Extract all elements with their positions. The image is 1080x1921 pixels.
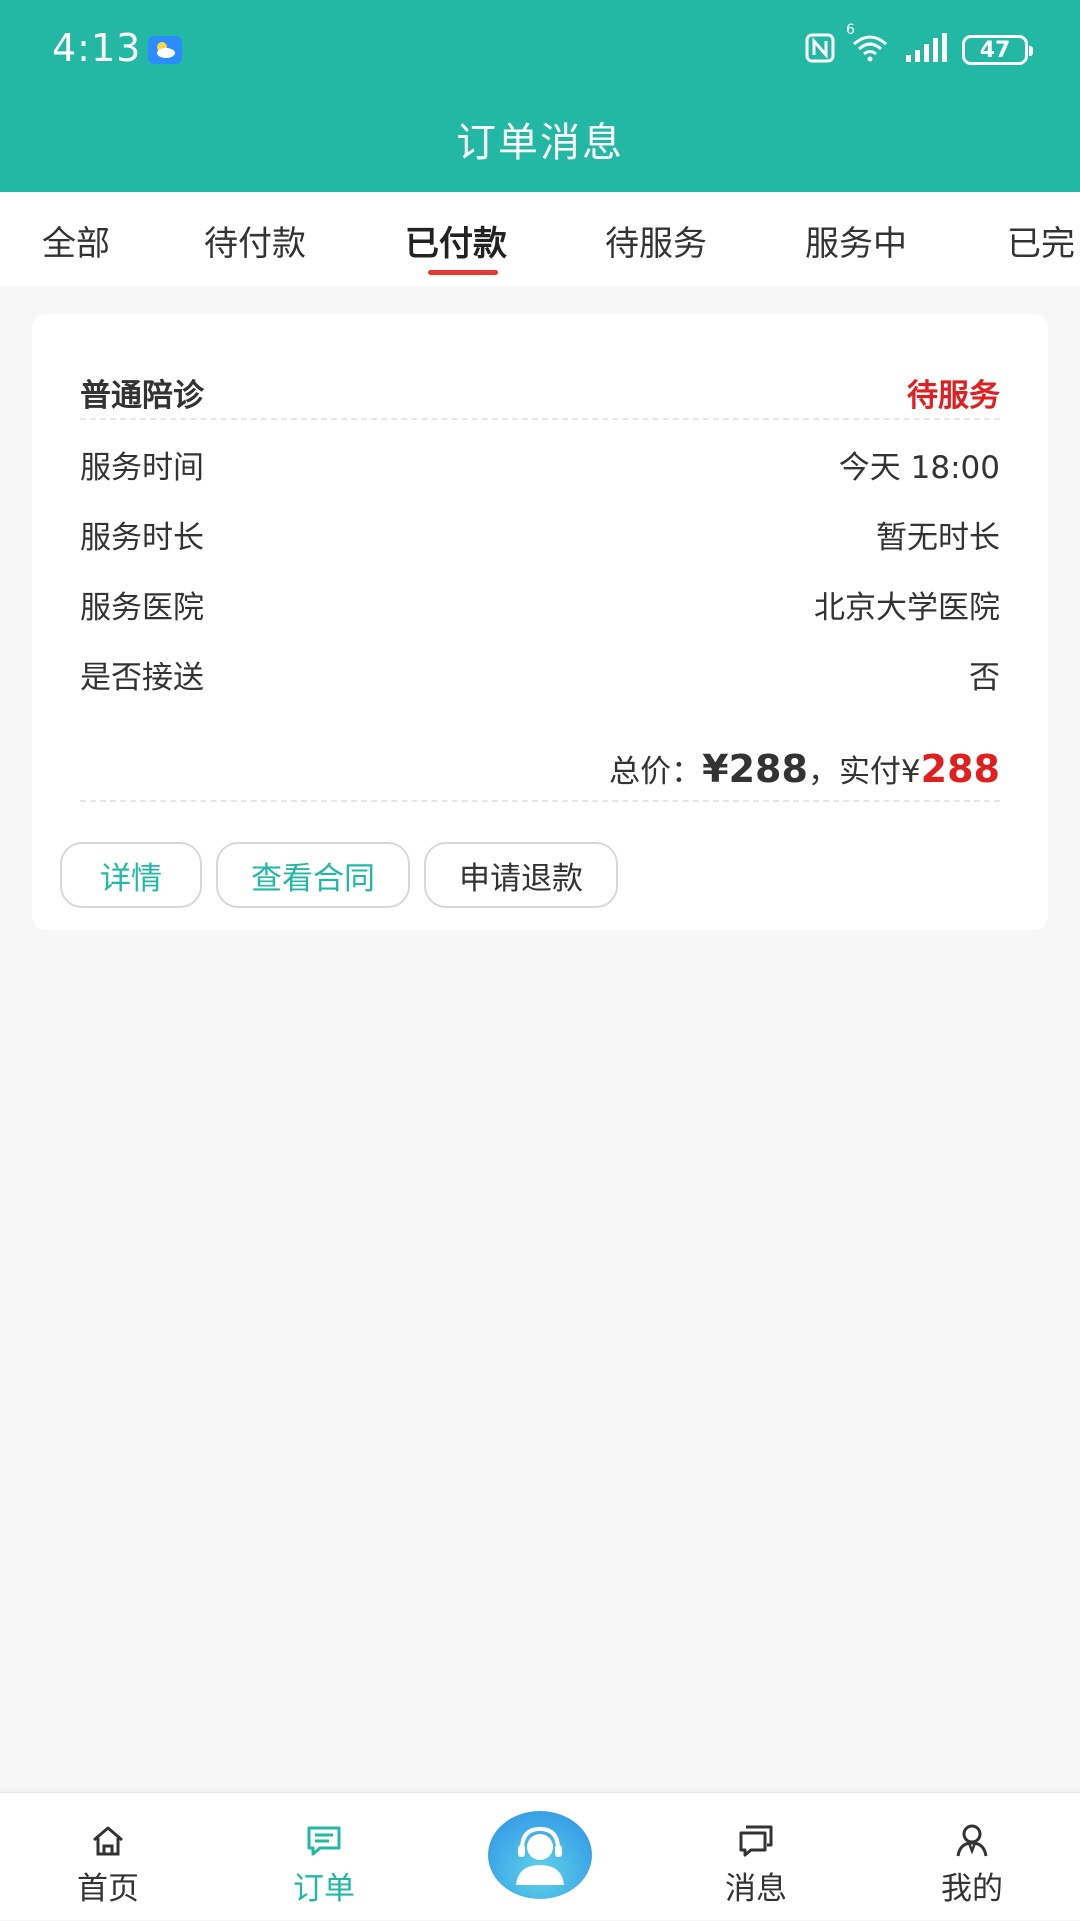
status-indicators: 6 47 [804, 22, 1033, 68]
info-row-service-duration: 服务时长 暂无时长 [80, 512, 1000, 562]
nav-home[interactable]: 首页 [28, 1793, 188, 1921]
wifi-icon: 6 [846, 22, 890, 68]
info-value: 否 [969, 660, 1000, 696]
nav-orders-label: 订单 [293, 1871, 355, 1907]
request-refund-button[interactable]: 申请退款 [424, 842, 618, 908]
tab-pending-service[interactable]: 待服务 [605, 216, 707, 265]
tab-pending-payment[interactable]: 待付款 [204, 216, 306, 265]
header: 4:13 6 47 订单消息 [0, 0, 1080, 192]
info-row-service-time: 服务时间 今天 18:00 [80, 442, 1000, 492]
active-tab-indicator [428, 270, 498, 275]
home-icon [93, 1826, 123, 1856]
paid-price-label: 实付¥ [838, 754, 921, 790]
order-card-header: 普通陪诊 待服务 [80, 370, 1000, 420]
tab-in-service[interactable]: 服务中 [805, 216, 907, 265]
info-row-hospital: 服务医院 北京大学医院 [80, 582, 1000, 632]
nav-messages-label: 消息 [725, 1871, 787, 1907]
tab-completed[interactable]: 已完 [1007, 216, 1075, 265]
service-name: 普通陪诊 [80, 378, 204, 414]
info-label: 服务医院 [80, 590, 204, 626]
detail-button[interactable]: 详情 [60, 842, 202, 908]
view-contract-button[interactable]: 查看合同 [216, 842, 410, 908]
price-summary: 总价：¥288，实付¥288 [80, 746, 1000, 802]
customer-service-icon [516, 1826, 564, 1885]
info-value: 北京大学医院 [814, 590, 1000, 626]
info-label: 服务时间 [80, 450, 204, 486]
nav-home-label: 首页 [77, 1871, 139, 1907]
page-title: 订单消息 [456, 120, 624, 166]
status-bar: 4:13 6 47 [0, 0, 1080, 100]
tab-paid[interactable]: 已付款 [405, 216, 507, 265]
order-card[interactable]: 普通陪诊 待服务 服务时间 今天 18:00 服务时长 暂无时长 服务医院 北京… [32, 314, 1048, 930]
weather-icon [148, 36, 182, 64]
customer-service-button[interactable] [488, 1811, 592, 1899]
info-row-pickup: 是否接送 否 [80, 652, 1000, 702]
status-time: 4:13 [52, 26, 142, 70]
nav-orders[interactable]: 订单 [244, 1793, 404, 1921]
info-value: 暂无时长 [876, 520, 1000, 556]
order-status-badge: 待服务 [907, 378, 1000, 414]
message-icon [739, 1825, 773, 1857]
price-separator: ， [807, 754, 839, 790]
network-label: 6 [846, 22, 855, 38]
nav-mine[interactable]: 我的 [892, 1793, 1052, 1921]
paid-price-value: 288 [920, 747, 1000, 791]
order-chat-icon [307, 1826, 341, 1856]
bottom-nav: 首页 订单 消息 我的 [0, 1792, 1080, 1920]
info-label: 服务时长 [80, 520, 204, 556]
tab-all[interactable]: 全部 [42, 216, 110, 265]
order-status-tabs: 全部 待付款 已付款 待服务 服务中 已完 [0, 192, 1080, 286]
signal-icon [904, 33, 948, 67]
user-icon [956, 1824, 988, 1857]
nav-messages[interactable]: 消息 [676, 1793, 836, 1921]
total-price-value: ¥288 [702, 747, 808, 791]
battery-level: 47 [979, 37, 1011, 63]
nav-mine-label: 我的 [941, 1871, 1003, 1907]
nfc-icon [804, 32, 836, 68]
total-price-label: 总价： [609, 754, 703, 790]
battery-icon: 47 [962, 35, 1033, 65]
info-value: 今天 18:00 [838, 450, 1000, 486]
info-label: 是否接送 [80, 660, 204, 696]
